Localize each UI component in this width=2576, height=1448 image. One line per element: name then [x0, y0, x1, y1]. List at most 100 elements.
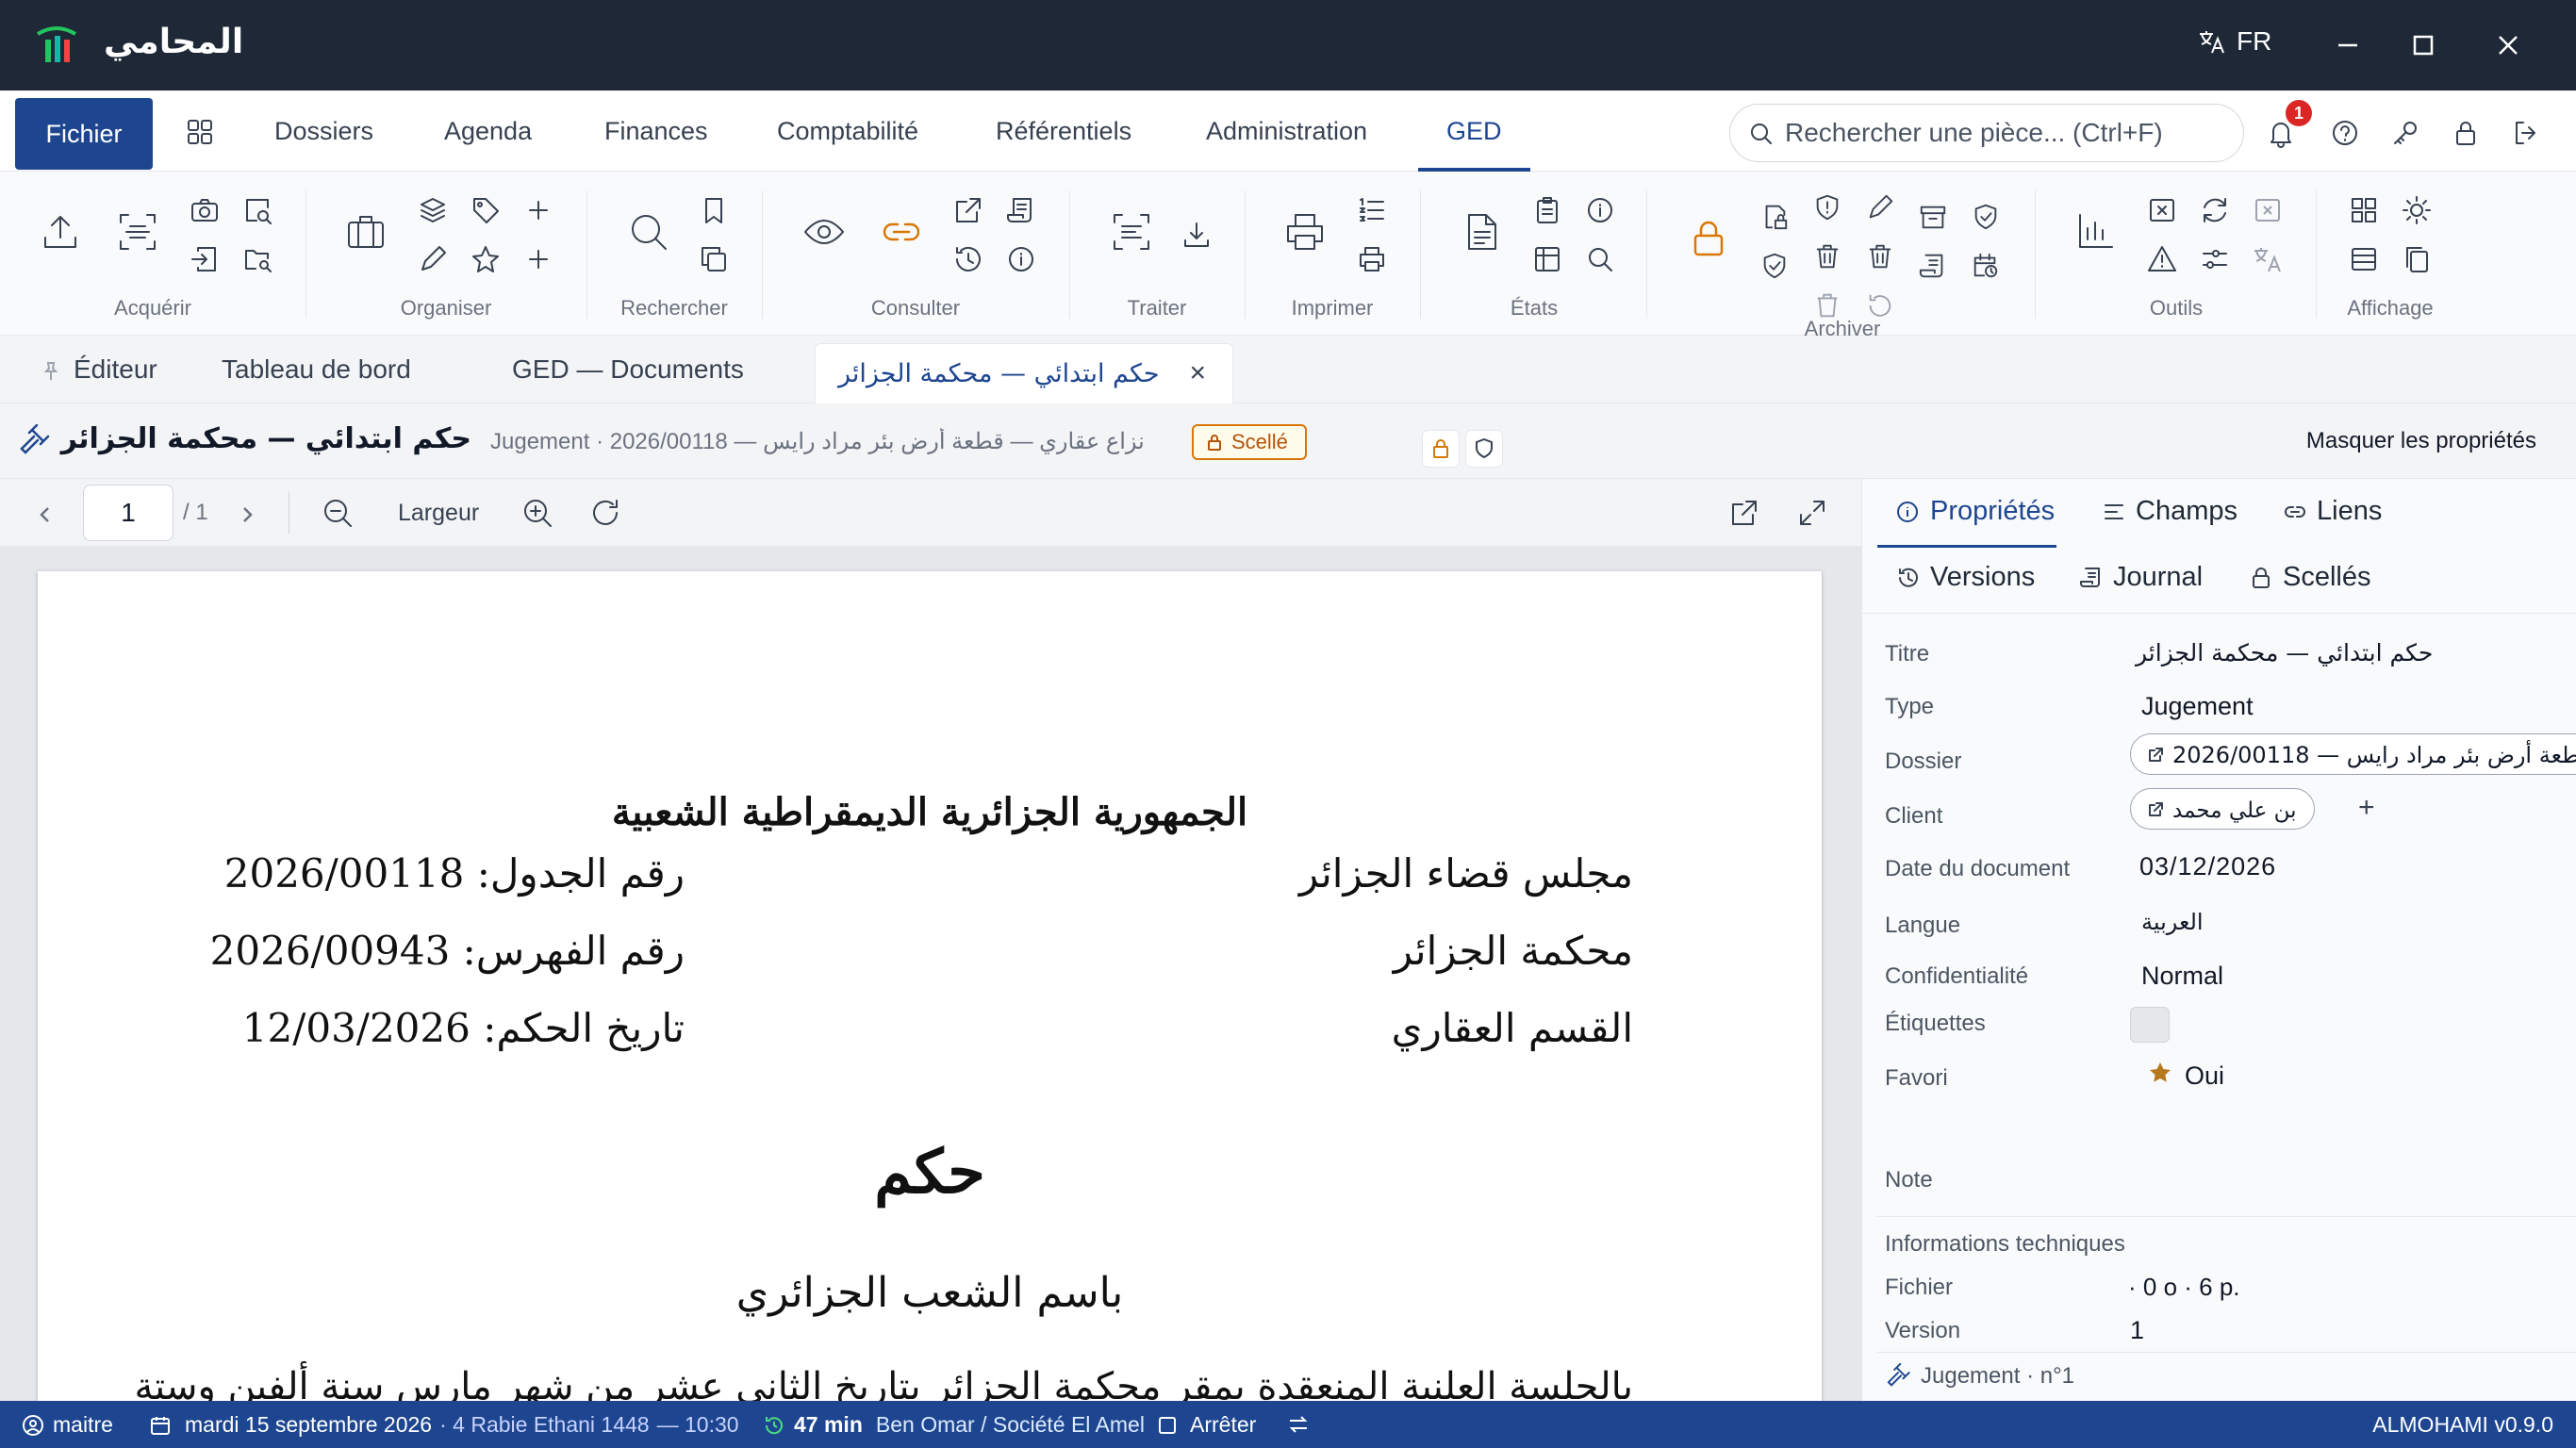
copy-icon[interactable] [698, 243, 730, 275]
sliders-icon[interactable] [2199, 243, 2231, 275]
menu-finances[interactable]: Finances [601, 90, 712, 172]
document-type-link[interactable]: Jugement · n°1 [1885, 1363, 2074, 1390]
close-window-icon[interactable] [2489, 26, 2527, 64]
stop-timer-button[interactable]: Arrêter [1156, 1412, 1256, 1438]
search-icon[interactable] [626, 209, 671, 255]
text-scan-icon[interactable] [1109, 209, 1154, 255]
trash-icon[interactable] [1812, 241, 1842, 272]
fullscreen-icon[interactable] [1795, 496, 1829, 530]
star-filled-icon[interactable] [2147, 1060, 2173, 1086]
upload-icon[interactable] [38, 209, 83, 255]
tab-proprietes[interactable]: Propriétés [1894, 496, 2055, 527]
zoom-in-icon[interactable] [520, 496, 554, 530]
scroll-list-icon[interactable] [1918, 251, 1948, 281]
tab-versions[interactable]: Versions [1896, 562, 2035, 593]
sync-icon[interactable] [1286, 1412, 1311, 1437]
warning-icon[interactable] [2146, 243, 2178, 275]
info-icon[interactable] [1005, 243, 1037, 275]
list-view-icon[interactable] [2348, 243, 2380, 275]
tab-editeur[interactable]: Éditeur [74, 336, 157, 403]
rotate-icon[interactable] [588, 496, 622, 530]
menu-agenda[interactable]: Agenda [440, 90, 536, 172]
seal-lock-icon[interactable] [1686, 215, 1731, 260]
folder-search-icon[interactable] [241, 243, 273, 275]
print-small-icon[interactable] [1356, 243, 1388, 275]
shield-button[interactable] [1465, 430, 1503, 468]
close-tab-icon[interactable]: × [1189, 344, 1206, 403]
layers-icon[interactable] [417, 194, 449, 226]
tab-journal[interactable]: Journal [2079, 562, 2203, 593]
status-user[interactable]: maitre [21, 1412, 113, 1438]
apps-grid-icon[interactable] [181, 117, 219, 145]
grid-view-icon[interactable] [2348, 194, 2380, 226]
star-icon[interactable] [470, 243, 502, 275]
clipboard-icon[interactable] [1531, 194, 1563, 226]
info-icon[interactable] [1584, 194, 1616, 226]
table-icon[interactable] [1531, 243, 1563, 275]
sun-icon[interactable] [2401, 194, 2433, 226]
menu-dossiers[interactable]: Dossiers [271, 90, 377, 172]
zoom-mode-label[interactable]: Largeur [398, 500, 479, 527]
zoom-out-icon[interactable] [321, 496, 355, 530]
menu-administration[interactable]: Administration [1202, 90, 1371, 172]
file-x-icon[interactable] [2146, 194, 2178, 226]
menu-ged[interactable]: GED [1418, 90, 1530, 172]
minimize-icon[interactable] [2329, 26, 2367, 64]
download-icon[interactable] [1181, 219, 1213, 251]
value-confidentialite[interactable]: Normal [2141, 962, 2223, 991]
menu-fichier[interactable]: Fichier [15, 98, 153, 170]
shield-check-icon[interactable] [1759, 251, 1790, 281]
file-text-icon[interactable] [1460, 209, 1505, 255]
plus-icon[interactable] [522, 194, 554, 226]
value-titre[interactable]: حكم ابتدائي — محكمة الجزائر [2136, 639, 2433, 666]
tag-icon[interactable] [470, 194, 502, 226]
history-icon[interactable] [952, 243, 984, 275]
next-page-icon[interactable] [234, 502, 260, 528]
trash-icon[interactable] [1865, 241, 1895, 272]
tab-dashboard[interactable]: Tableau de bord [222, 336, 411, 403]
printer-icon[interactable] [1282, 209, 1328, 255]
value-langue[interactable]: العربية [2141, 909, 2204, 935]
shield-alert-icon[interactable] [1812, 192, 1842, 222]
pen-icon[interactable] [1865, 192, 1895, 222]
document-viewer[interactable]: الجمهورية الجزائرية الديمقراطية الشعبية … [0, 547, 1861, 1401]
key-icon[interactable] [2389, 117, 2421, 149]
refresh-icon[interactable] [2199, 194, 2231, 226]
image-search-icon[interactable] [241, 194, 273, 226]
menu-comptabilite[interactable]: Comptabilité [773, 90, 922, 172]
scan-icon[interactable] [115, 209, 160, 255]
value-type[interactable]: Jugement [2141, 692, 2254, 721]
bookmark-icon[interactable] [698, 194, 730, 226]
briefcase-icon[interactable] [343, 209, 388, 255]
open-external-icon[interactable] [1727, 496, 1761, 530]
lock-button[interactable] [1422, 430, 1460, 468]
camera-icon[interactable] [189, 194, 221, 226]
external-link-icon[interactable] [952, 194, 984, 226]
tab-liens[interactable]: Liens [2283, 496, 2382, 527]
archive-icon[interactable] [1918, 202, 1948, 232]
status-timer[interactable]: 47 min Ben Omar / Société El Amel [762, 1412, 1145, 1438]
hide-properties-button[interactable]: Masquer les propriétés [2306, 428, 2536, 454]
search-input[interactable] [1785, 105, 2228, 161]
help-icon[interactable] [2329, 117, 2361, 149]
file-lock-icon[interactable] [1759, 202, 1790, 232]
logout-icon[interactable] [2510, 117, 2542, 149]
dossier-chip[interactable]: 2026/00118 — نزاع عقاري — قطعة أرض بئر م… [2130, 733, 2576, 775]
value-date[interactable]: 03/12/2026 [2139, 852, 2276, 881]
import-icon[interactable] [189, 243, 221, 275]
scroll-icon[interactable] [1005, 194, 1037, 226]
duplicate-icon[interactable] [2401, 243, 2433, 275]
shield-check-icon[interactable] [1971, 202, 2001, 232]
menu-referentiels[interactable]: Référentiels [992, 90, 1135, 172]
bar-chart-icon[interactable] [2072, 209, 2118, 255]
maximize-icon[interactable] [2404, 26, 2442, 64]
tab-champs[interactable]: Champs [2102, 496, 2237, 527]
client-chip[interactable]: بن علي محمد [2130, 788, 2315, 830]
list-ordered-icon[interactable] [1356, 194, 1388, 226]
search-small-icon[interactable] [1584, 243, 1616, 275]
add-client-button[interactable]: + [2358, 792, 2375, 824]
page-number-input[interactable] [83, 485, 173, 541]
calendar-clock-icon[interactable] [1971, 251, 2001, 281]
tags-input[interactable] [2130, 1007, 2170, 1043]
prev-page-icon[interactable] [32, 502, 58, 528]
